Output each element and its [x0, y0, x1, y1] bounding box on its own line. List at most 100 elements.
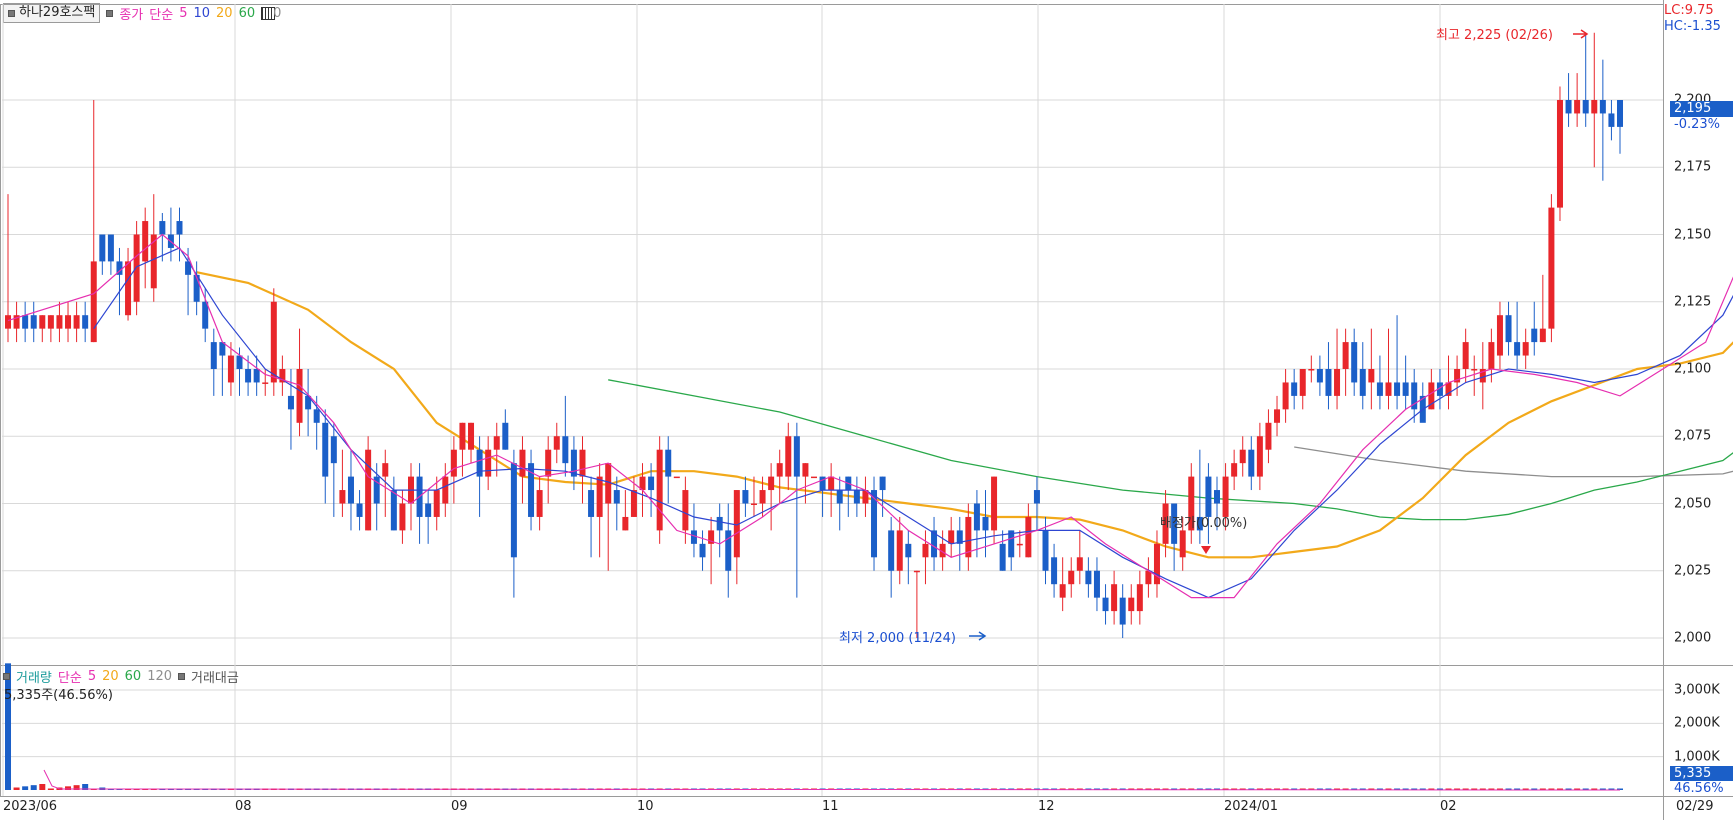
date-tick-label: 02 — [1440, 799, 1457, 814]
high-annotation: 최고 2,225 (02/26) — [1436, 28, 1554, 43]
candle-body — [1488, 342, 1495, 369]
candle-body — [1471, 369, 1478, 371]
candle-body — [159, 221, 166, 235]
candlestick-chart[interactable] — [0, 0, 1733, 820]
candle-body — [553, 436, 560, 450]
candle-body — [1394, 382, 1401, 396]
square-icon — [178, 673, 186, 680]
candle-body — [1016, 543, 1023, 546]
candle-body — [133, 234, 140, 302]
high-arrow — [1573, 29, 1589, 39]
legend-trading-value[interactable]: 거래대금 — [191, 667, 239, 686]
date-tick-label: 2024/01 — [1224, 799, 1279, 814]
candle-body — [656, 449, 663, 531]
candle-body — [579, 449, 586, 477]
candle-body — [973, 503, 980, 531]
candle-body — [502, 422, 509, 450]
volume-ratio-label: 46.56% — [1674, 781, 1724, 796]
legend-vol-ma120[interactable]: 120 — [147, 669, 172, 684]
candle-body — [150, 234, 157, 289]
candle-body — [1068, 570, 1075, 585]
candle-body — [828, 476, 835, 491]
ma60-line — [608, 379, 1733, 521]
candle-body — [1256, 436, 1263, 477]
candle-body — [1582, 100, 1589, 114]
candle-body — [1351, 342, 1358, 383]
volume-tick-label: 3,000K — [1674, 682, 1720, 698]
candle-body — [742, 490, 749, 504]
price-tick-label: 2,000 — [1674, 630, 1712, 646]
candle-body — [296, 369, 303, 423]
candle-body — [433, 490, 440, 517]
candle-body — [922, 543, 929, 558]
candle-body — [879, 476, 886, 491]
candle-body — [330, 436, 337, 464]
legend-vol-ma60[interactable]: 60 — [125, 669, 142, 684]
candle-body — [287, 395, 294, 410]
candle-body — [493, 436, 500, 450]
candle-body — [56, 315, 63, 329]
candle-body — [1093, 570, 1100, 598]
candle-body — [1274, 409, 1281, 423]
candle-body — [536, 490, 543, 517]
candle-body — [1539, 328, 1546, 343]
candle-body — [107, 234, 114, 262]
price-change-label: -0.23% — [1674, 117, 1720, 132]
legend-vol-ma20[interactable]: 20 — [102, 669, 119, 684]
candle-body — [210, 342, 217, 369]
candle-body — [262, 382, 269, 384]
candle-body — [785, 436, 792, 477]
candle-body — [1565, 100, 1572, 114]
candle-body — [1051, 557, 1058, 585]
candle-body — [1591, 100, 1598, 114]
candle-body — [1616, 100, 1624, 127]
candle-body — [1239, 449, 1246, 464]
price-tick-label: 2,050 — [1674, 496, 1712, 511]
candle-body — [665, 449, 672, 477]
candle-body — [519, 449, 526, 477]
candle-body — [468, 422, 475, 450]
candle-body — [1556, 100, 1563, 208]
candle-body — [425, 503, 432, 517]
volume-bar — [47, 788, 54, 790]
candle-body — [30, 315, 37, 329]
candle-body — [750, 503, 757, 505]
price-tick-label: 2,025 — [1674, 563, 1712, 579]
candle-body — [613, 490, 620, 504]
candle-body — [142, 221, 149, 262]
candle-body — [768, 476, 775, 491]
volume-bar — [39, 784, 46, 790]
candle-body — [347, 476, 354, 504]
candle-body — [1368, 369, 1375, 383]
candle-body — [510, 463, 517, 558]
candle-body — [185, 261, 192, 275]
candle-body — [339, 490, 346, 504]
candle-body — [648, 476, 655, 491]
candle-body — [390, 490, 397, 531]
candle-body — [725, 530, 732, 571]
candle-body — [836, 490, 843, 504]
candle-body — [1325, 369, 1332, 396]
volume-bar — [30, 785, 37, 790]
candle-body — [759, 490, 766, 504]
candle-body — [1111, 584, 1118, 612]
date-tick-label: 09 — [451, 799, 468, 814]
candle-body — [948, 530, 955, 544]
price-tick-label: 2,075 — [1674, 428, 1712, 444]
candle-body — [382, 463, 389, 477]
date-tick-label: 10 — [637, 799, 654, 814]
candle-body — [227, 355, 234, 383]
candle-body — [545, 449, 552, 477]
candle-body — [1222, 476, 1229, 517]
candle-body — [913, 570, 920, 573]
candle-body — [1548, 207, 1555, 329]
candle-body — [596, 476, 603, 517]
candle-body — [1231, 463, 1238, 477]
price-tick-label: 2,100 — [1674, 361, 1712, 377]
candle-body — [1059, 584, 1066, 598]
chart-window: 하나29호스팩 종가 단순 5 10 20 60 0 LC:9.75 HC:-1… — [0, 0, 1733, 820]
candle-body — [1299, 369, 1306, 396]
candle-body — [322, 422, 329, 477]
legend-vol-ma5[interactable]: 5 — [88, 669, 96, 684]
ipo-marker — [1201, 546, 1211, 554]
